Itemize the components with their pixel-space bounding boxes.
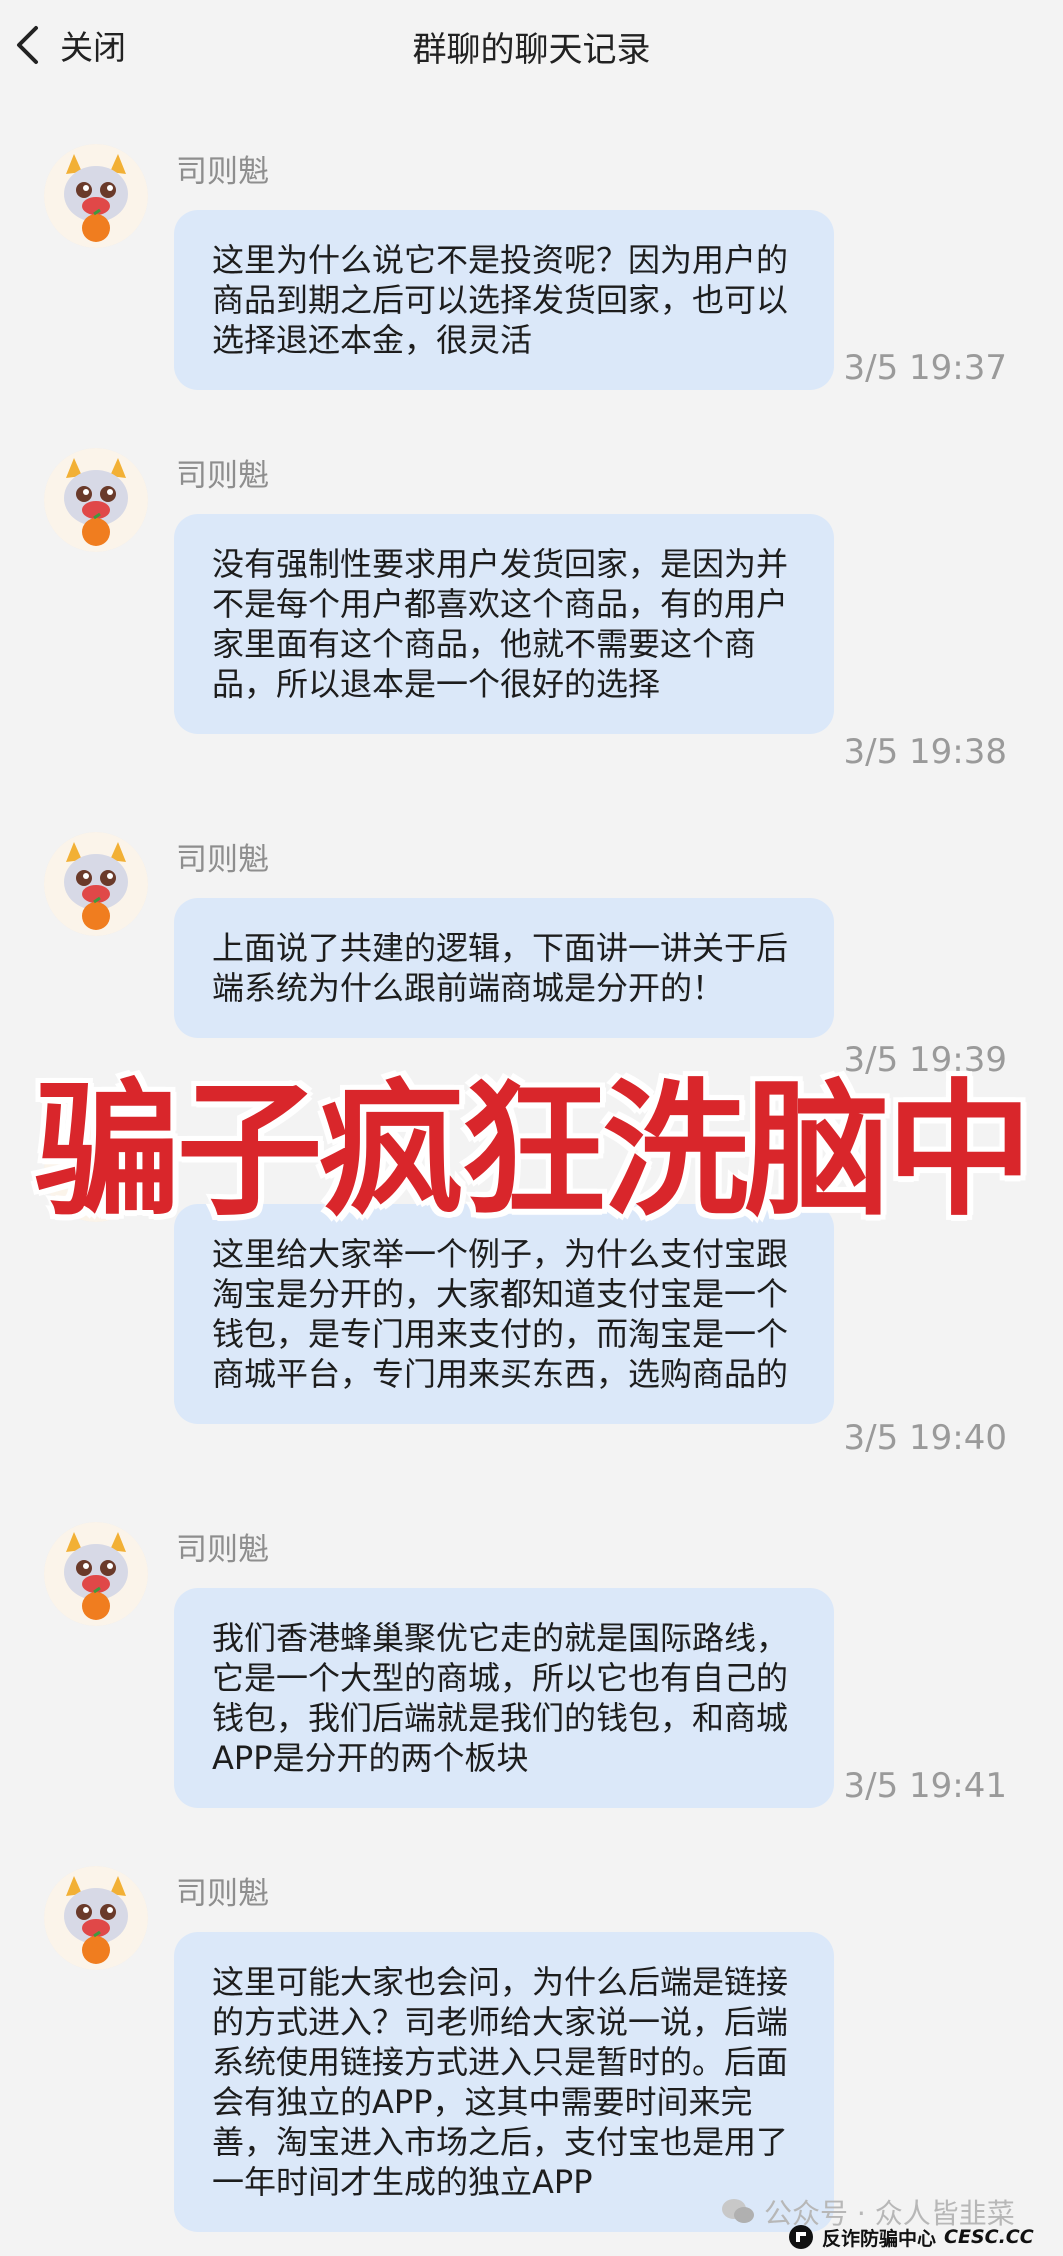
message-time: 3/5 19:37 [843, 348, 1007, 388]
avatar[interactable] [44, 1522, 148, 1626]
sender-name: 司则魁 [176, 1876, 269, 1912]
message-item: 司则魁 上面说了共建的逻辑，下面讲一讲关于后端系统为什么跟前端商城是分开的！ 3… [0, 832, 1063, 1092]
message-bubble[interactable]: 没有强制性要求用户发货回家，是因为并不是每个用户都喜欢这个商品，有的用户家里面有… [174, 514, 834, 734]
message-bubble[interactable]: 这里给大家举一个例子，为什么支付宝跟淘宝是分开的，大家都知道支付宝是一个钱包，是… [174, 1204, 834, 1424]
sender-name: 司则魁 [176, 842, 269, 878]
sender-name: 司则魁 [176, 1532, 269, 1568]
warning-overlay-text: 骗子疯狂洗脑中 [34, 1066, 1033, 1236]
brand-en: CESC.CC [944, 2226, 1034, 2248]
sender-name: 司则魁 [176, 458, 269, 494]
message-bubble[interactable]: 上面说了共建的逻辑，下面讲一讲关于后端系统为什么跟前端商城是分开的！ [174, 898, 834, 1038]
page-title: 群聊的聊天记录 [412, 30, 651, 70]
message-bubble[interactable]: 我们香港蜂巢聚优它走的就是国际路线，它是一个大型的商城，所以它也有自己的钱包，我… [174, 1588, 834, 1808]
top-bar: 关闭 群聊的聊天记录 [0, 0, 1063, 92]
wechat-icon [722, 2199, 754, 2223]
avatar[interactable] [44, 144, 148, 248]
message-item: 司则魁 这里为什么说它不是投资呢？因为用户的商品到期之后可以选择发货回家，也可以… [0, 144, 1063, 404]
sender-name: 司则魁 [176, 154, 269, 190]
shield-logo-icon [789, 2225, 813, 2249]
dragon-mascot-avatar [44, 1866, 148, 1970]
avatar[interactable] [44, 448, 148, 552]
brand-mark: 反诈防骗中心 CESC.CC [788, 2222, 1034, 2252]
message-time: 3/5 19:38 [843, 732, 1007, 772]
message-time: 3/5 19:40 [843, 1418, 1007, 1458]
message-bubble[interactable]: 这里为什么说它不是投资呢？因为用户的商品到期之后可以选择发货回家，也可以选择退还… [174, 210, 834, 390]
message-item: 司则魁 没有强制性要求用户发货回家，是因为并不是每个用户都喜欢这个商品，有的用户… [0, 448, 1063, 778]
dragon-mascot-avatar [44, 832, 148, 936]
message-item: 司则魁 我们香港蜂巢聚优它走的就是国际路线，它是一个大型的商城，所以它也有自己的… [0, 1522, 1063, 1822]
brand-cn: 反诈防骗中心 [822, 2227, 937, 2250]
avatar[interactable] [44, 1866, 148, 1970]
message-bubble[interactable]: 这里可能大家也会问，为什么后端是链接的方式进入？司老师给大家说一说，后端系统使用… [174, 1932, 834, 2232]
dragon-mascot-avatar [44, 1522, 148, 1626]
dragon-mascot-avatar [44, 144, 148, 248]
message-time: 3/5 19:41 [843, 1766, 1007, 1806]
avatar[interactable] [44, 832, 148, 936]
dragon-mascot-avatar [44, 448, 148, 552]
